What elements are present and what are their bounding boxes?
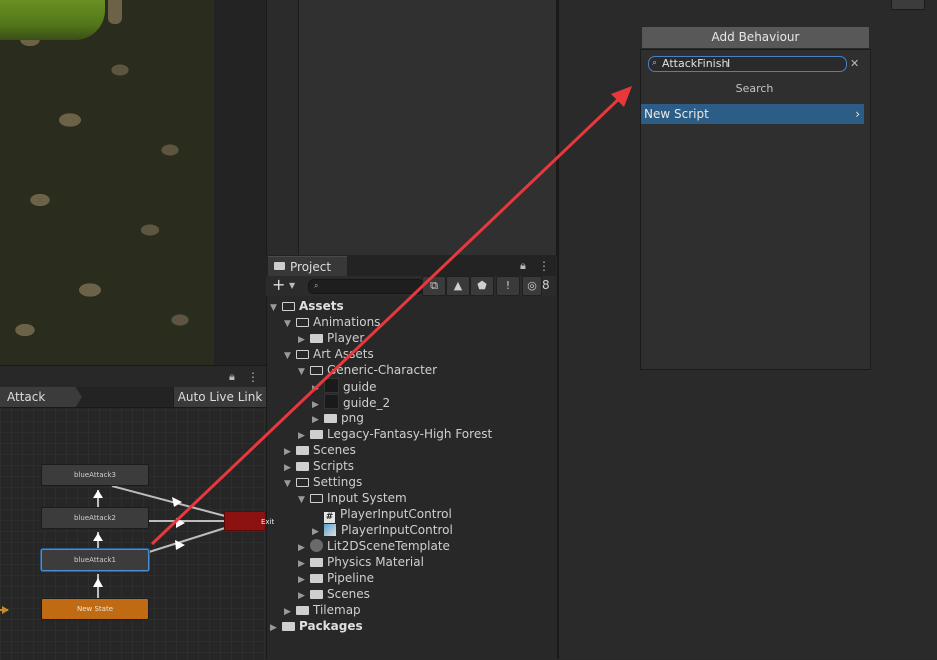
state-new-state[interactable]: New State	[41, 598, 149, 620]
state-blue-attack3[interactable]: blueAttack3	[41, 464, 149, 486]
transition-arrow-icon	[93, 533, 103, 541]
state-blue-attack1[interactable]: blueAttack1	[41, 549, 149, 571]
transition-arrow-icon	[172, 497, 182, 507]
state-exit[interactable]: Exit	[224, 511, 274, 531]
transition-arrow-icon	[93, 578, 103, 587]
annotation-arrow-line	[150, 92, 626, 546]
entry-arrow-icon	[2, 606, 9, 614]
transition-line	[148, 527, 226, 553]
state-blue-attack2[interactable]: blueAttack2	[41, 507, 149, 529]
transition-arrow-icon	[93, 490, 103, 498]
